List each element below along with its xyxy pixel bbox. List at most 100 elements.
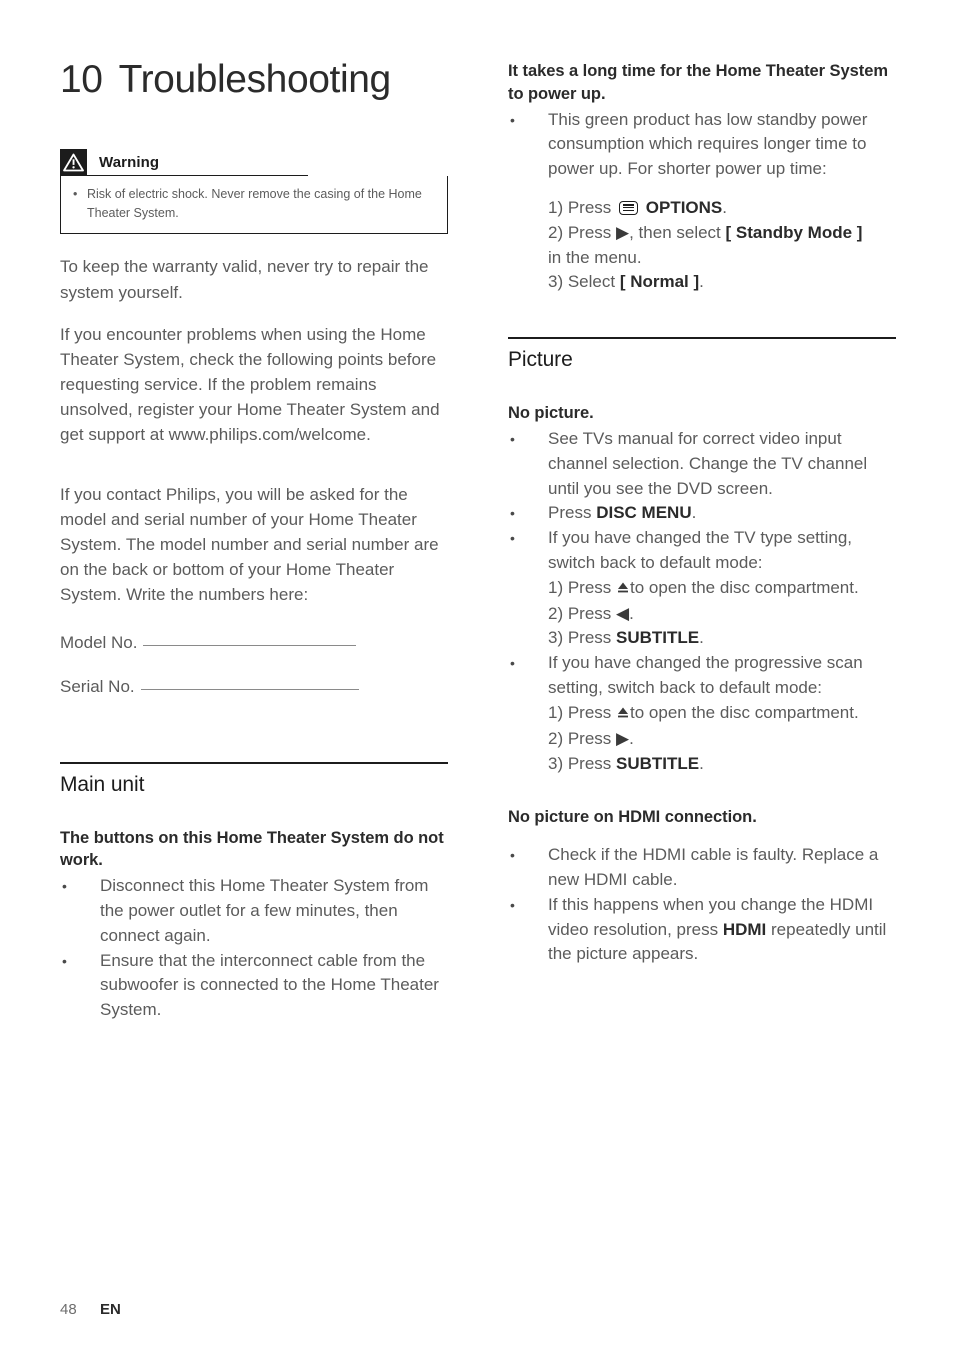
step-3-prefix: 3) Press — [548, 753, 612, 773]
step-3: 3) Press SUBTITLE. — [548, 752, 896, 777]
step-1-prefix: 1) Press — [548, 197, 612, 217]
list-item-text: This green product has low standby power… — [548, 109, 868, 179]
list-item-text: If you have changed the TV type setting,… — [548, 528, 852, 573]
list-item: This green product has low standby power… — [508, 108, 896, 296]
footer-page-number: 48 — [60, 1301, 77, 1318]
step-1-suffix: to open the disc compartment. — [630, 702, 859, 722]
list-item: See TVs manual for correct video input c… — [508, 427, 896, 501]
step-list: 1) Press to open the disc compartment. 2… — [548, 576, 896, 651]
serial-number-field: Serial No. — [60, 674, 448, 699]
step-1-prefix: 1) Press — [548, 702, 612, 722]
warning-triangle-icon — [60, 148, 87, 176]
problem-heading-no-picture: No picture. — [508, 404, 594, 423]
problem-heading-no-picture-hdmi: No picture on HDMI connection. — [508, 808, 757, 827]
step-3: 3) Select [ Normal ]. — [548, 270, 896, 295]
chapter-number: 10 — [60, 58, 103, 101]
step-2-prefix: 2) Press — [548, 728, 612, 748]
warning-list-item: • Risk of electric shock. Never remove t… — [73, 185, 435, 223]
intro-paragraph-2: If you encounter problems when using the… — [60, 324, 440, 445]
list-item: If this happens when you change the HDMI… — [508, 893, 896, 967]
step-1-key: OPTIONS — [645, 197, 723, 217]
step-1: 1) Press OPTIONS. — [548, 196, 896, 221]
model-number-label: Model No. — [60, 633, 138, 653]
step-3-prefix: 3) Press — [548, 628, 612, 648]
warning-body-topline — [60, 174, 308, 176]
step-3-key: SUBTITLE — [616, 753, 700, 773]
list-item-text: If you have changed the progressive scan… — [548, 653, 863, 698]
page-footer: 48 EN — [60, 1301, 121, 1318]
left-column: 10 Troubleshooting Warning • Risk of elec… — [60, 58, 448, 1023]
section-picture: Picture No picture. See TVs manual for c… — [508, 337, 896, 967]
options-icon — [619, 200, 639, 215]
warning-box: Warning • Risk of electric shock. Never … — [60, 148, 448, 235]
section-main-unit: Main unit The buttons on this Home Theat… — [60, 761, 448, 1023]
step-2-prefix: 2) Press — [548, 222, 612, 242]
step-2-value: [ Standby Mode ] — [725, 222, 863, 242]
list-item-suffix: . — [691, 503, 697, 523]
step-2: 2) Press ▶. — [548, 727, 896, 752]
step-3-suffix: . — [699, 753, 704, 773]
section-title-main-unit: Main unit — [60, 772, 145, 796]
problem-heading-slow-power-up: It takes a long time for the Home Theate… — [508, 62, 888, 103]
warning-item-text: Risk of electric shock. Never remove the… — [87, 186, 422, 220]
list-item-key: DISC MENU — [596, 503, 692, 523]
list-item-prefix: Press — [548, 503, 592, 523]
problem-heading-buttons-not-working: The buttons on this Home Theater System … — [60, 828, 444, 870]
step-1-prefix: 1) Press — [548, 577, 612, 597]
eject-icon — [617, 577, 629, 602]
document-page: 10 Troubleshooting Warning • Risk of elec… — [0, 0, 954, 1350]
chapter-title-text: Troubleshooting — [118, 58, 392, 101]
arrow-right-icon: ▶ — [616, 222, 630, 242]
step-3-suffix: . — [699, 272, 704, 292]
warning-header: Warning — [60, 148, 448, 176]
step-3-suffix: . — [699, 628, 704, 648]
serial-number-blank[interactable] — [140, 689, 359, 691]
step-2-prefix: 2) Press — [548, 603, 612, 623]
step-list: 1) Press to open the disc compartment. 2… — [548, 701, 896, 776]
step-3-value: [ Normal ] — [619, 272, 700, 292]
eject-icon — [617, 702, 629, 727]
list-item: If you have changed the progressive scan… — [508, 651, 896, 776]
step-3: 3) Press SUBTITLE. — [548, 626, 896, 651]
solution-list-slow-power-up: This green product has low standby power… — [508, 108, 896, 296]
page-title: 10 Troubleshooting — [60, 58, 448, 101]
step-3-key: SUBTITLE — [616, 628, 700, 648]
intro-paragraph-1: To keep the warranty valid, never try to… — [60, 257, 429, 302]
step-1: 1) Press to open the disc compartment. — [548, 576, 896, 602]
model-number-field: Model No. — [60, 630, 448, 655]
right-column: It takes a long time for the Home Theate… — [508, 60, 896, 967]
bullet-glyph: • — [73, 186, 78, 201]
intro-paragraph-3: If you contact Philips, you will be aske… — [60, 484, 439, 605]
step-2-suffix: . — [629, 603, 634, 623]
section-divider — [60, 761, 448, 764]
step-2-suffix: in the menu. — [548, 247, 642, 267]
solution-list-no-picture: See TVs manual for correct video input c… — [508, 427, 896, 776]
model-number-blank[interactable] — [143, 645, 357, 647]
footer-language-code: EN — [100, 1301, 121, 1318]
step-2-mid: , then select — [629, 222, 721, 242]
arrow-left-icon: ◀ — [616, 603, 630, 623]
step-list: 1) Press OPTIONS. 2) Press ▶, then selec… — [548, 196, 896, 295]
list-item: If you have changed the TV type setting,… — [508, 526, 896, 651]
warning-title: Warning — [99, 153, 160, 171]
section-title-picture: Picture — [508, 348, 573, 372]
step-2: 2) Press ◀. — [548, 602, 896, 627]
arrow-right-icon: ▶ — [616, 728, 630, 748]
step-1-suffix: . — [722, 197, 728, 217]
list-item-key: HDMI — [722, 919, 767, 939]
step-1: 1) Press to open the disc compartment. — [548, 701, 896, 727]
list-item: Ensure that the interconnect cable from … — [60, 949, 448, 1023]
step-3-prefix: 3) Select — [548, 272, 616, 292]
step-2-suffix: . — [629, 728, 634, 748]
warning-body: • Risk of electric shock. Never remove t… — [60, 174, 448, 235]
serial-number-label: Serial No. — [60, 677, 135, 697]
step-1-suffix: to open the disc compartment. — [630, 577, 859, 597]
list-item: Disconnect this Home Theater System from… — [60, 874, 448, 948]
list-item: Press DISC MENU. — [508, 501, 896, 526]
solution-list-buttons-not-working: Disconnect this Home Theater System from… — [60, 874, 448, 1023]
step-2: 2) Press ▶, then select [ Standby Mode ]… — [548, 221, 896, 271]
list-item: Check if the HDMI cable is faulty. Repla… — [508, 843, 896, 893]
solution-list-no-picture-hdmi: Check if the HDMI cable is faulty. Repla… — [508, 843, 896, 967]
section-divider — [508, 337, 896, 340]
